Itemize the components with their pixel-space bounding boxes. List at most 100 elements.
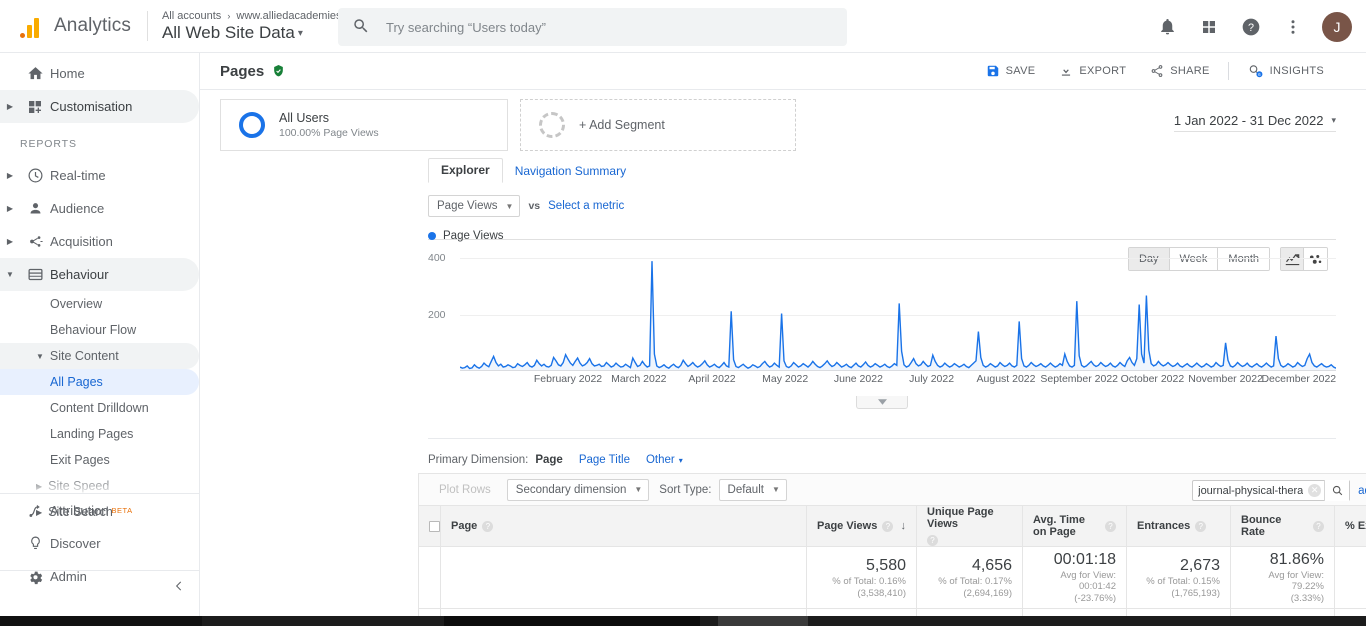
collapse-sidebar-button[interactable] bbox=[0, 570, 200, 604]
help-icon[interactable]: ? bbox=[1105, 521, 1116, 532]
primary-metric-select[interactable]: Page Views ▼ bbox=[428, 195, 520, 217]
column-header-page[interactable]: Page? bbox=[441, 506, 807, 547]
totals-unique-page-views: 4,656 % of Total: 0.17% (2,694,169) bbox=[917, 547, 1023, 609]
select-a-metric-link[interactable]: Select a metric bbox=[548, 200, 624, 212]
insights-button[interactable]: 6 INSIGHTS bbox=[1235, 63, 1336, 79]
sidebar-item-attribution[interactable]: Attribution BETA bbox=[0, 494, 200, 527]
search-icon bbox=[352, 17, 370, 38]
column-header-avg-time-on-page[interactable]: Avg. Time on Page? bbox=[1023, 506, 1127, 547]
primary-dimension-other[interactable]: Other▾ bbox=[646, 454, 683, 466]
help-icon[interactable]: ? bbox=[927, 535, 938, 546]
sidebar-item-content-drilldown[interactable]: Content Drilldown bbox=[0, 395, 199, 421]
select-all-header[interactable] bbox=[419, 506, 441, 547]
bulb-icon bbox=[20, 535, 50, 552]
customisation-icon bbox=[20, 99, 50, 115]
bell-icon[interactable] bbox=[1150, 10, 1184, 44]
table-filter[interactable]: ✕ bbox=[1192, 480, 1350, 501]
x-axis-tick-label: April 2022 bbox=[688, 373, 735, 385]
sidebar-item-real-time[interactable]: ▶ Real-time bbox=[0, 159, 199, 192]
save-label: SAVE bbox=[1006, 65, 1036, 77]
sidebar-item-site-content[interactable]: ▼ Site Content bbox=[0, 343, 199, 369]
search-input[interactable] bbox=[384, 19, 814, 36]
chevron-right-icon[interactable]: ▶ bbox=[0, 102, 20, 111]
sidebar-item-exit-pages[interactable]: Exit Pages bbox=[0, 447, 199, 473]
column-header-pct-exit[interactable]: % Exit? bbox=[1335, 506, 1366, 547]
legend-label: Page Views bbox=[443, 230, 504, 242]
help-icon[interactable]: ? bbox=[1313, 521, 1324, 532]
sidebar-item-discover[interactable]: Discover bbox=[0, 527, 200, 560]
sidebar-item-customisation[interactable]: ▶ Customisation bbox=[0, 90, 199, 123]
view-name[interactable]: All Web Site Data▾ bbox=[162, 23, 362, 43]
add-segment-button[interactable]: + Add Segment bbox=[520, 99, 796, 151]
breadcrumb-all-accounts[interactable]: All accounts bbox=[162, 10, 221, 22]
column-label: Page bbox=[451, 520, 477, 532]
column-header-bounce-rate[interactable]: Bounce Rate? bbox=[1231, 506, 1335, 547]
sort-type-value: Default bbox=[728, 484, 764, 496]
sidebar-item-audience[interactable]: ▶ Audience bbox=[0, 192, 199, 225]
chevron-down-icon[interactable]: ▼ bbox=[0, 270, 20, 279]
top-bar-actions: ? J bbox=[1150, 0, 1356, 53]
help-circle-icon[interactable]: ? bbox=[1234, 10, 1268, 44]
share-button[interactable]: SHARE bbox=[1138, 64, 1221, 78]
more-vert-icon[interactable] bbox=[1276, 10, 1310, 44]
date-range-picker[interactable]: 1 Jan 2022 - 31 Dec 2022 ▾ bbox=[1174, 113, 1336, 132]
chevron-down-icon[interactable]: ▼ bbox=[36, 352, 44, 361]
sidebar-item-all-pages[interactable]: All Pages bbox=[0, 369, 199, 395]
column-header-page-views[interactable]: Page Views?↓ bbox=[807, 506, 917, 547]
primary-dimension-page-title[interactable]: Page Title bbox=[579, 454, 630, 466]
secondary-dimension-select[interactable]: Secondary dimension ▼ bbox=[507, 479, 650, 501]
help-icon[interactable]: ? bbox=[482, 521, 493, 532]
svg-text:?: ? bbox=[1248, 22, 1254, 34]
chart-plot-area[interactable]: 400 200 February 2022March 2022April 202… bbox=[428, 247, 1336, 371]
dimension-pointer bbox=[476, 467, 488, 473]
export-button[interactable]: EXPORT bbox=[1047, 64, 1138, 78]
search-icon[interactable] bbox=[1324, 480, 1349, 501]
column-header-entrances[interactable]: Entrances? bbox=[1127, 506, 1231, 547]
apps-grid-icon[interactable] bbox=[1192, 10, 1226, 44]
chevron-right-icon[interactable]: ▶ bbox=[0, 237, 20, 246]
table-filter-input[interactable] bbox=[1193, 484, 1305, 498]
sidebar-item-behaviour-flow[interactable]: Behaviour Flow bbox=[0, 317, 199, 343]
sidebar-section-title: REPORTS bbox=[0, 129, 199, 159]
totals-note-2: (-3.72%) bbox=[1345, 593, 1366, 604]
totals-note-1: Avg for View: 79.22% bbox=[1241, 570, 1324, 592]
chevron-right-icon[interactable]: ▶ bbox=[0, 171, 20, 180]
help-icon[interactable]: ? bbox=[1195, 521, 1206, 532]
chevron-left-icon bbox=[172, 579, 186, 596]
sort-type-select[interactable]: Default ▼ bbox=[719, 479, 787, 501]
totals-bounce-rate: 81.86% Avg for View: 79.22% (3.33%) bbox=[1231, 547, 1335, 609]
sidebar-item-acquisition[interactable]: ▶ Acquisition bbox=[0, 225, 199, 258]
account-selector[interactable]: All accounts › www.alliedacademies.o… Al… bbox=[162, 10, 362, 43]
clear-icon[interactable]: ✕ bbox=[1308, 484, 1321, 497]
plot-rows-button[interactable]: Plot Rows bbox=[429, 479, 501, 500]
segment-all-users[interactable]: All Users 100.00% Page Views bbox=[220, 99, 508, 151]
save-button[interactable]: SAVE bbox=[974, 64, 1048, 78]
x-axis bbox=[460, 370, 1336, 371]
help-icon[interactable]: ? bbox=[882, 521, 893, 532]
select-all-checkbox[interactable] bbox=[429, 521, 440, 532]
sidebar-item-landing-pages[interactable]: Landing Pages bbox=[0, 421, 199, 447]
totals-spacer bbox=[419, 547, 441, 609]
column-header-unique-page-views[interactable]: Unique Page Views? bbox=[917, 506, 1023, 547]
advanced-filter-link[interactable]: advanced bbox=[1358, 485, 1366, 497]
chart-expand-handle[interactable] bbox=[856, 396, 908, 409]
sidebar-item-label: Behaviour Flow bbox=[50, 323, 136, 337]
tab-navigation-summary[interactable]: Navigation Summary bbox=[503, 160, 638, 183]
sort-desc-icon[interactable]: ↓ bbox=[901, 520, 907, 532]
avatar[interactable]: J bbox=[1322, 12, 1352, 42]
search-bar[interactable] bbox=[338, 8, 847, 46]
data-table: Page? Page Views?↓ Unique Page Views? Av… bbox=[418, 506, 1366, 626]
sidebar-item-behaviour[interactable]: ▼ Behaviour bbox=[0, 258, 199, 291]
chevron-right-icon[interactable]: ▶ bbox=[0, 204, 20, 213]
sidebar-item-label: Site Content bbox=[50, 349, 119, 363]
primary-dimension-page[interactable]: Page bbox=[535, 454, 563, 466]
sidebar-item-overview[interactable]: Overview bbox=[0, 291, 199, 317]
chevron-right-icon[interactable]: ▶ bbox=[36, 482, 42, 491]
sidebar-item-label: Site Speed bbox=[48, 479, 109, 493]
table-toolbar: Plot Rows Secondary dimension ▼ Sort Typ… bbox=[418, 473, 1366, 506]
sidebar-item-home[interactable]: Home bbox=[0, 57, 199, 90]
tab-explorer[interactable]: Explorer bbox=[428, 158, 503, 183]
primary-dimension-label: Primary Dimension: bbox=[428, 454, 528, 466]
page-views-chart: Page Views 400 200 February 2022March 20… bbox=[428, 227, 1336, 379]
column-label: Avg. Time on Page bbox=[1033, 514, 1100, 538]
